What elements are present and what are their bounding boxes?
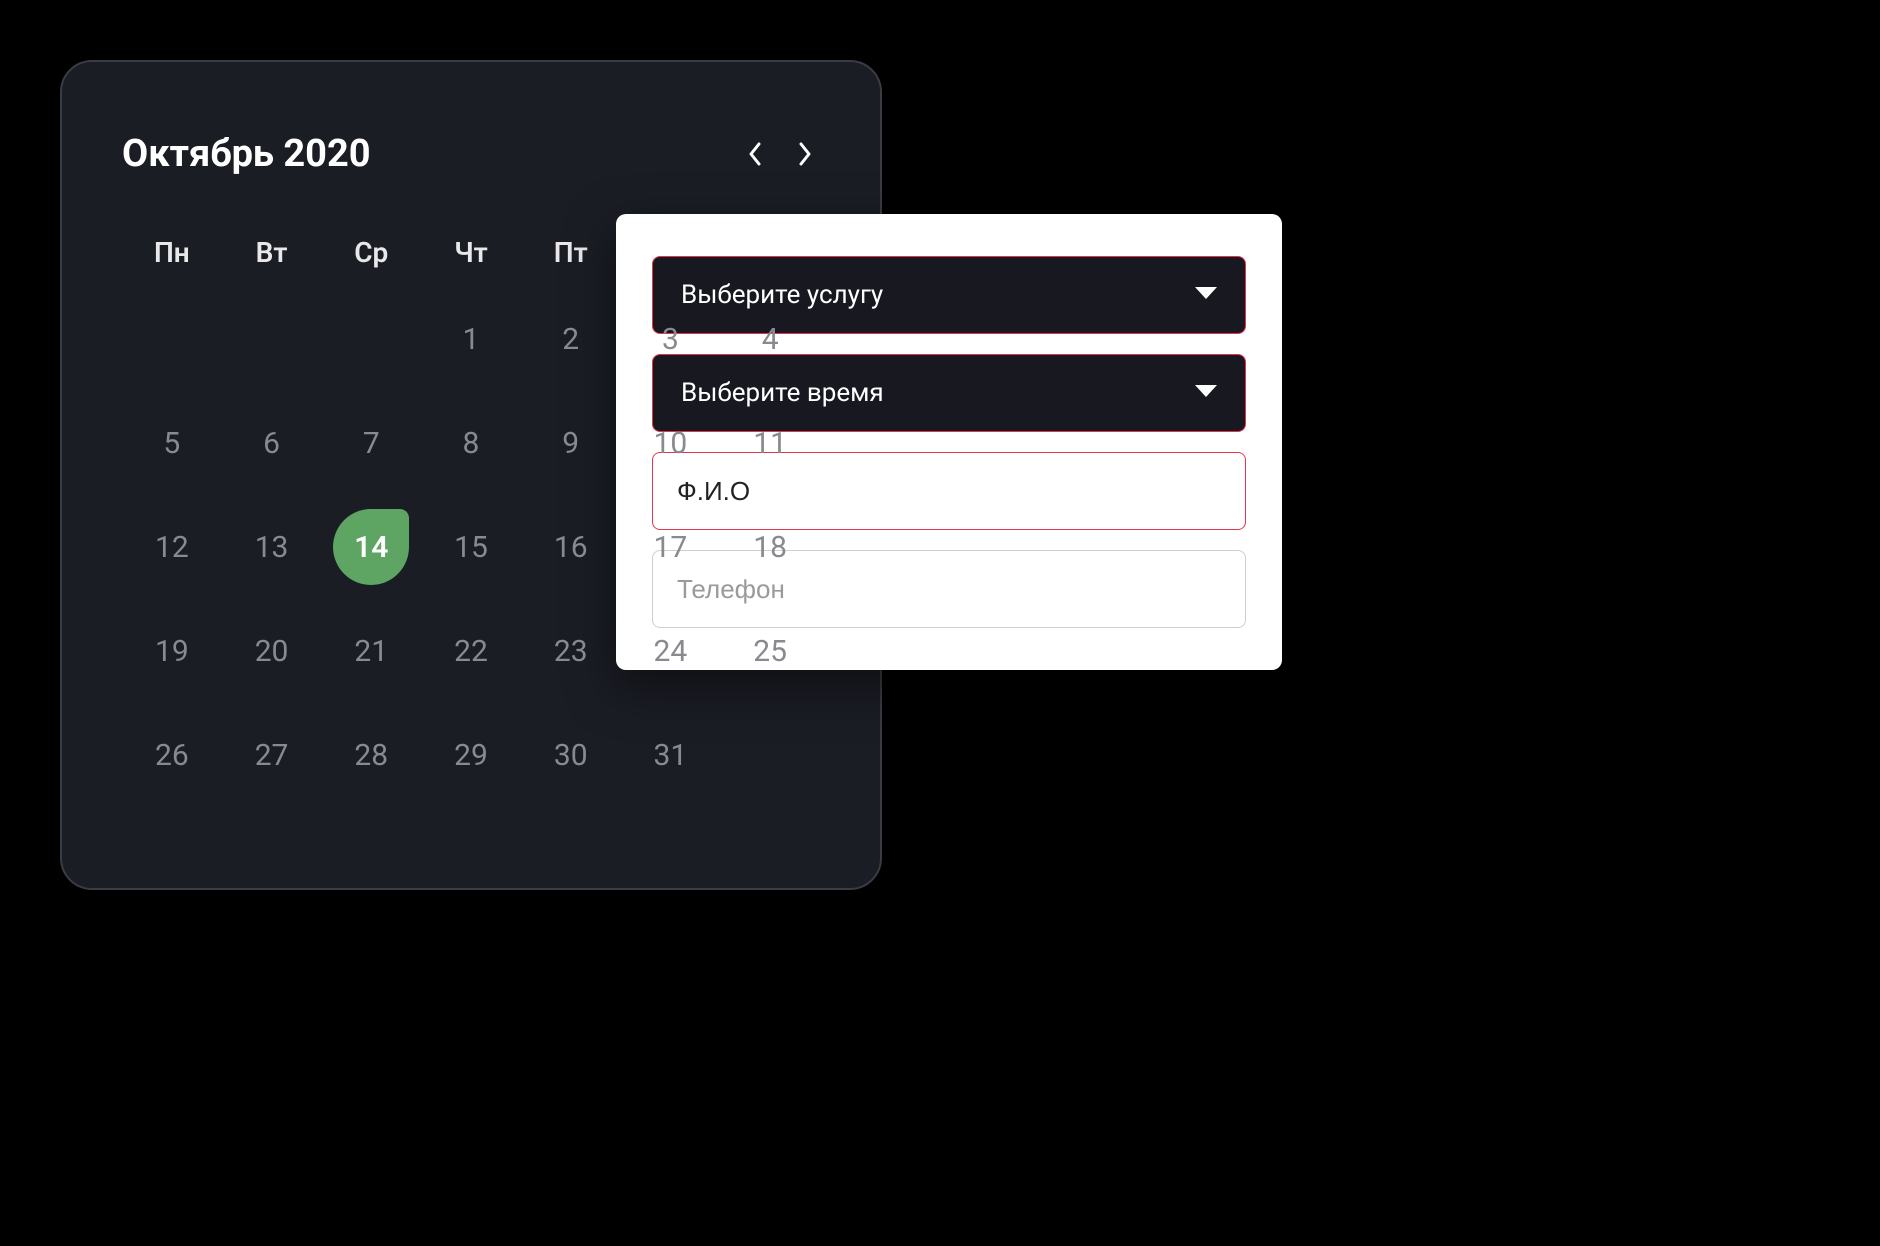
weekday-label: Пн bbox=[122, 236, 222, 269]
day-cell[interactable]: 7 bbox=[321, 409, 421, 477]
day-number: 20 bbox=[255, 634, 289, 669]
day-cell[interactable]: 26 bbox=[122, 721, 222, 789]
day-number: 26 bbox=[155, 738, 189, 773]
day-number: 4 bbox=[762, 322, 779, 357]
day-number: 16 bbox=[554, 530, 588, 565]
chevron-right-icon bbox=[799, 142, 813, 166]
calendar-header: Октябрь 2020 bbox=[122, 132, 820, 176]
day-number: 14 bbox=[354, 530, 388, 565]
day-cell-empty bbox=[321, 305, 421, 373]
service-select-label: Выберите услугу bbox=[681, 280, 883, 310]
day-cell[interactable]: 20 bbox=[222, 617, 322, 685]
day-cell[interactable]: 15 bbox=[421, 513, 521, 581]
day-number: 3 bbox=[662, 322, 679, 357]
day-cell[interactable]: 27 bbox=[222, 721, 322, 789]
weekday-label: Ср bbox=[321, 236, 421, 269]
day-number: 25 bbox=[753, 634, 787, 669]
day-number: 1 bbox=[463, 322, 480, 357]
day-cell[interactable]: 28 bbox=[321, 721, 421, 789]
day-cell[interactable]: 29 bbox=[421, 721, 521, 789]
day-cell[interactable]: 12 bbox=[122, 513, 222, 581]
next-month-button[interactable] bbox=[792, 140, 820, 168]
name-input[interactable] bbox=[652, 452, 1246, 530]
day-cell-empty bbox=[222, 305, 322, 373]
day-cell[interactable]: 22 bbox=[421, 617, 521, 685]
day-number: 23 bbox=[554, 634, 588, 669]
day-cell[interactable]: 14 bbox=[321, 513, 421, 581]
day-number: 29 bbox=[454, 738, 488, 773]
day-cell[interactable]: 6 bbox=[222, 409, 322, 477]
day-number: 19 bbox=[155, 634, 189, 669]
booking-form-card: Выберите услугу Выберите время bbox=[616, 214, 1282, 670]
day-number: 12 bbox=[155, 530, 189, 565]
day-number: 24 bbox=[654, 634, 688, 669]
day-number: 11 bbox=[753, 426, 787, 461]
day-number: 17 bbox=[654, 530, 688, 565]
day-number: 8 bbox=[463, 426, 480, 461]
caret-down-icon bbox=[1195, 384, 1217, 403]
day-number: 9 bbox=[562, 426, 579, 461]
day-cell[interactable]: 2 bbox=[521, 305, 621, 373]
caret-down-icon bbox=[1195, 286, 1217, 305]
day-number: 15 bbox=[454, 530, 488, 565]
day-cell[interactable]: 8 bbox=[421, 409, 521, 477]
day-number: 5 bbox=[163, 426, 180, 461]
day-number: 6 bbox=[263, 426, 280, 461]
time-select-label: Выберите время bbox=[681, 378, 884, 408]
day-cell[interactable]: 16 bbox=[521, 513, 621, 581]
time-select[interactable]: Выберите время bbox=[652, 354, 1246, 432]
day-cell-empty bbox=[122, 305, 222, 373]
weekday-label: Пт bbox=[521, 236, 621, 269]
day-cell[interactable]: 19 bbox=[122, 617, 222, 685]
day-cell[interactable]: 13 bbox=[222, 513, 322, 581]
day-cell[interactable]: 31 bbox=[621, 721, 721, 789]
phone-input[interactable] bbox=[652, 550, 1246, 628]
day-number: 10 bbox=[654, 426, 688, 461]
day-number: 22 bbox=[454, 634, 488, 669]
day-number: 7 bbox=[363, 426, 380, 461]
day-number: 2 bbox=[562, 322, 579, 357]
day-number: 28 bbox=[354, 738, 388, 773]
day-cell[interactable]: 5 bbox=[122, 409, 222, 477]
day-number: 13 bbox=[255, 530, 289, 565]
day-number: 21 bbox=[354, 634, 388, 669]
day-number: 27 bbox=[255, 738, 289, 773]
day-cell[interactable]: 1 bbox=[421, 305, 521, 373]
day-number: 31 bbox=[654, 738, 688, 773]
prev-month-button[interactable] bbox=[740, 140, 768, 168]
month-title: Октябрь 2020 bbox=[122, 132, 371, 176]
weekday-label: Чт bbox=[421, 236, 521, 269]
day-cell[interactable]: 30 bbox=[521, 721, 621, 789]
service-select[interactable]: Выберите услугу bbox=[652, 256, 1246, 334]
weekday-label: Вт bbox=[222, 236, 322, 269]
day-cell[interactable]: 9 bbox=[521, 409, 621, 477]
chevron-left-icon bbox=[747, 142, 761, 166]
day-number: 18 bbox=[753, 530, 787, 565]
day-cell[interactable]: 23 bbox=[521, 617, 621, 685]
calendar-nav-arrows bbox=[740, 140, 820, 168]
day-cell[interactable]: 21 bbox=[321, 617, 421, 685]
day-number: 30 bbox=[554, 738, 588, 773]
